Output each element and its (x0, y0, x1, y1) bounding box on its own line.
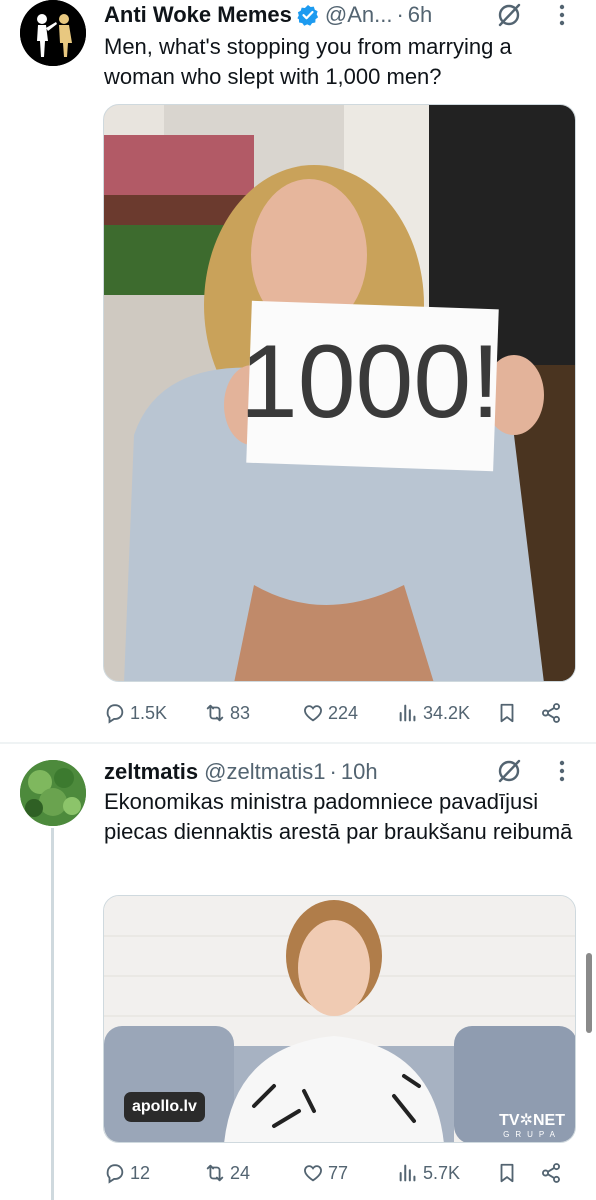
separator: · (396, 2, 404, 27)
handle[interactable]: @zeltmatis1 (204, 759, 325, 785)
reply-button[interactable]: 1.5K (104, 698, 167, 728)
tweet-media-video[interactable]: apollo.lv TV✲NET GRUPA (103, 895, 576, 1143)
views-count: 34.2K (423, 702, 471, 723)
repost-button[interactable]: 83 (204, 698, 250, 728)
tweet-header: Anti Woke Memes @An... · 6h (104, 0, 432, 30)
separator: · (329, 759, 337, 784)
reply-count: 1.5K (130, 702, 168, 723)
timestamp[interactable]: 6h (408, 2, 432, 28)
scrollbar[interactable] (586, 953, 592, 1033)
tvnet-logo-sub: GRUPA (503, 1130, 561, 1139)
views-button[interactable]: 5.7K (397, 1158, 460, 1188)
tweet-text: Ekonomikas ministra padomniece pavadījus… (104, 789, 573, 844)
display-name[interactable]: zeltmatis (104, 759, 198, 785)
tweet-media-image[interactable]: 1000! (103, 104, 576, 682)
avatar-zeltmatis[interactable] (20, 760, 86, 826)
repost-icon (206, 1164, 224, 1182)
views-button[interactable]: 34.2K (397, 698, 470, 728)
more-icon[interactable] (559, 4, 565, 26)
repost-count: 24 (230, 1162, 251, 1183)
tweet-actions: 1.5K 83 224 34.2K (104, 698, 574, 728)
share-icon (542, 1163, 560, 1183)
reply-icon (106, 704, 124, 724)
tweet-header: zeltmatis @zeltmatis1 · 10h (104, 757, 378, 787)
thread-line (51, 828, 54, 1200)
photo-woman-with-sign: 1000! (104, 105, 575, 681)
like-count: 77 (328, 1162, 349, 1183)
bookmark-button[interactable] (496, 698, 522, 728)
repost-icon (206, 704, 224, 722)
views-count: 5.7K (423, 1162, 461, 1183)
repost-button[interactable]: 24 (204, 1158, 250, 1188)
share-button[interactable] (540, 698, 566, 728)
verified-icon (297, 4, 319, 26)
sign-text: 1000! (240, 324, 500, 440)
bookmark-icon (500, 703, 514, 723)
bookmark-button[interactable] (496, 1158, 522, 1188)
like-count: 224 (328, 702, 359, 723)
tweet-text: Men, what's stopping you from marrying a… (104, 34, 512, 89)
grok-icon[interactable] (496, 2, 522, 28)
like-icon (304, 705, 322, 722)
bookmark-icon (500, 1163, 514, 1183)
more-icon[interactable] (559, 760, 565, 782)
tvnet-logo: TV✲NET GRUPA (499, 1112, 565, 1142)
tvnet-logo-text: TV✲NET (499, 1112, 565, 1129)
timestamp[interactable]: 10h (341, 759, 378, 785)
repost-count: 83 (230, 702, 251, 723)
tweet-actions: 12 24 77 5.7K (104, 1158, 574, 1188)
reply-count: 12 (130, 1162, 151, 1183)
handle[interactable]: @An... (325, 2, 393, 28)
media-source-badge: apollo.lv (124, 1092, 205, 1122)
like-button[interactable]: 224 (302, 698, 358, 728)
share-button[interactable] (540, 1158, 566, 1188)
views-icon (399, 1164, 416, 1182)
like-icon (304, 1165, 322, 1182)
grok-icon[interactable] (496, 758, 522, 784)
display-name[interactable]: Anti Woke Memes (104, 2, 292, 28)
views-icon (399, 704, 416, 722)
reply-button[interactable]: 12 (104, 1158, 150, 1188)
reply-icon (106, 1164, 124, 1184)
share-icon (542, 703, 560, 723)
avatar-anti-woke-memes[interactable] (20, 0, 86, 66)
like-button[interactable]: 77 (302, 1158, 348, 1188)
